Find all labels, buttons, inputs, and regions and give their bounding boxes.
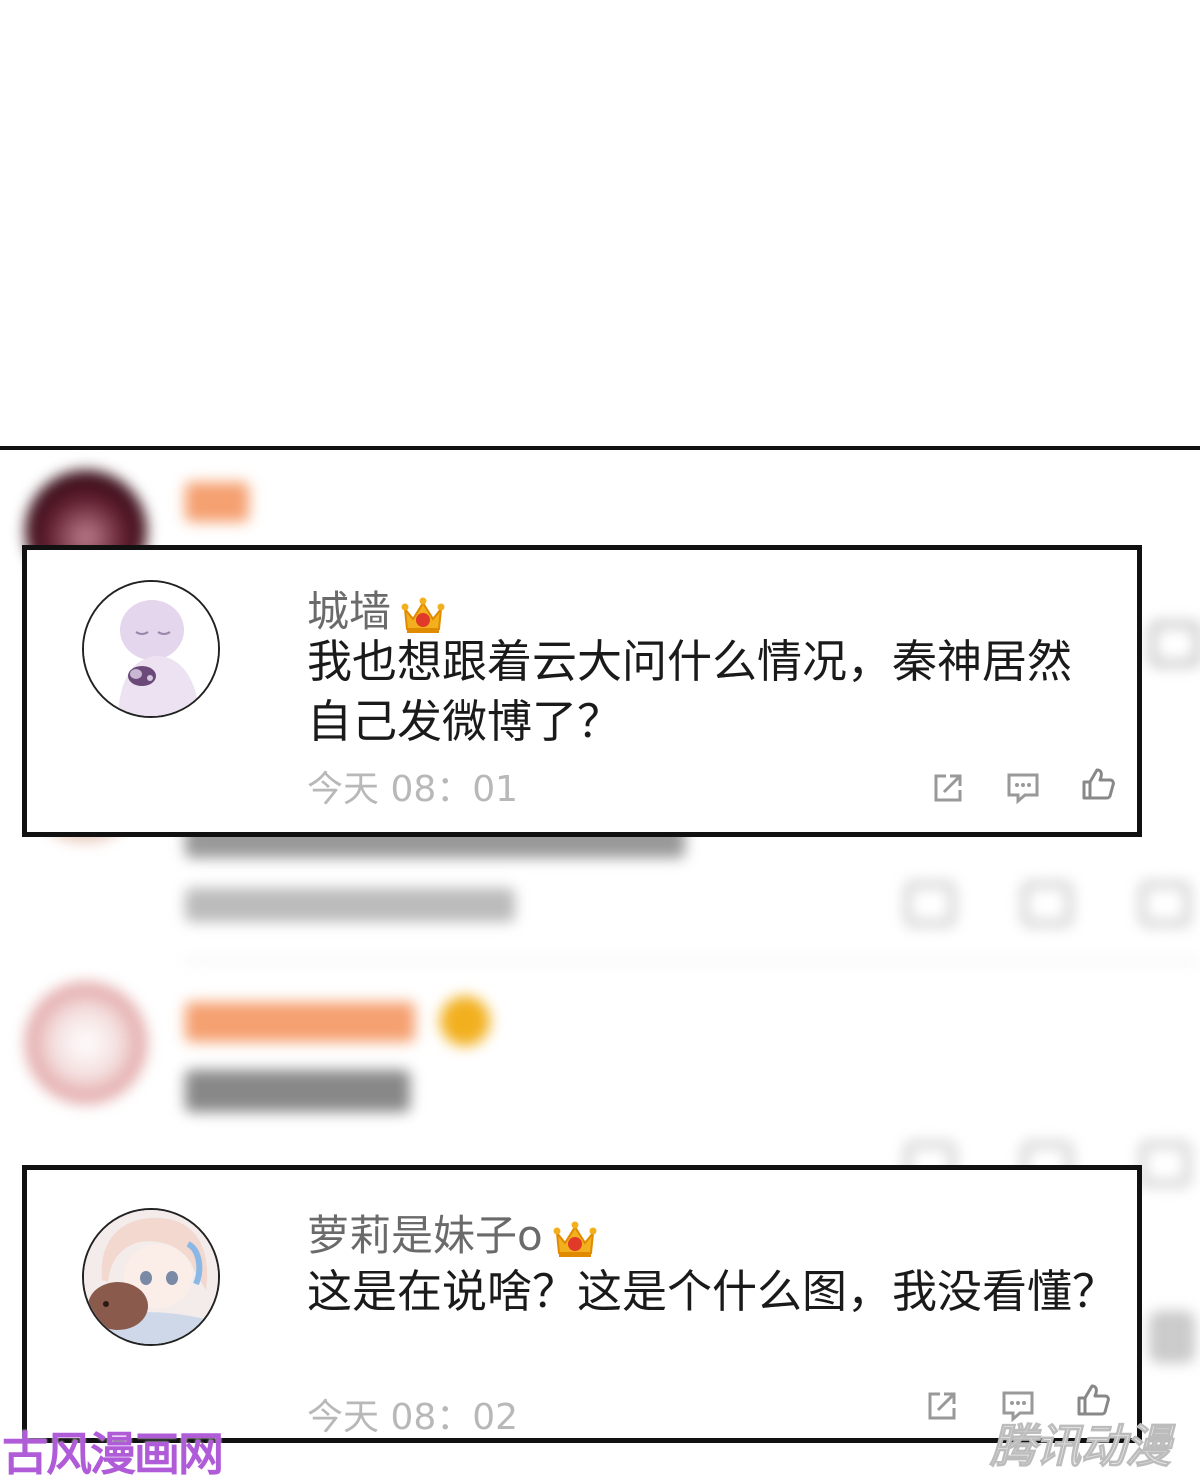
username[interactable]: 城墙 <box>307 587 391 636</box>
blurred-comment-icon <box>1022 882 1072 926</box>
comment-text: 这是在说啥？这是个什么图，我没看懂？ <box>307 1265 1118 1318</box>
comment-time: 今天 08：02 <box>307 1397 519 1438</box>
crown-icon <box>553 1219 597 1259</box>
blurred-block <box>1150 1312 1194 1362</box>
share-icon[interactable] <box>924 1388 960 1424</box>
top-divider <box>0 446 1200 450</box>
like-icon[interactable] <box>1080 766 1116 802</box>
crown-icon <box>401 595 445 635</box>
comment-header: 萝莉是妹子o <box>307 1202 597 1263</box>
comment-card: 萝莉是妹子o 这是在说啥？这是个什么图，我没看懂？ 今天 08：02 <box>22 1165 1142 1443</box>
blurred-separator <box>185 960 1200 962</box>
user-avatar[interactable] <box>82 580 220 718</box>
pale-character-avatar <box>84 582 218 716</box>
blurred-like-icon <box>1150 622 1200 666</box>
user-avatar[interactable] <box>82 1208 220 1346</box>
watermark-right: 腾讯动漫 <box>990 1419 1172 1474</box>
blurred-like-icon <box>1140 1142 1190 1186</box>
username[interactable]: 萝莉是妹子o <box>307 1211 543 1260</box>
comment-time: 今天 08：01 <box>307 769 519 810</box>
comment-header: 城墙 <box>307 578 445 639</box>
blurred-avatar <box>25 982 147 1104</box>
comment-text: 我也想跟着云大问什么情况，秦神居然自己发微博了？ <box>307 635 1073 748</box>
comment-icon[interactable] <box>1005 770 1041 806</box>
anime-girl-avatar <box>84 1210 218 1344</box>
comment-card: 城墙 我也想跟着云大问什么情况，秦神居然自己发微博了？ 今天 08：01 <box>22 545 1142 837</box>
blurred-text <box>185 1070 410 1112</box>
watermark-left: 古风漫画网 <box>2 1427 224 1481</box>
blurred-meta <box>185 888 515 922</box>
blurred-username <box>185 482 249 522</box>
share-icon[interactable] <box>930 770 966 806</box>
blurred-like-icon <box>1140 882 1190 926</box>
blurred-username <box>185 1002 415 1042</box>
blurred-share-icon <box>905 882 955 926</box>
blurred-crown-icon <box>440 996 490 1046</box>
